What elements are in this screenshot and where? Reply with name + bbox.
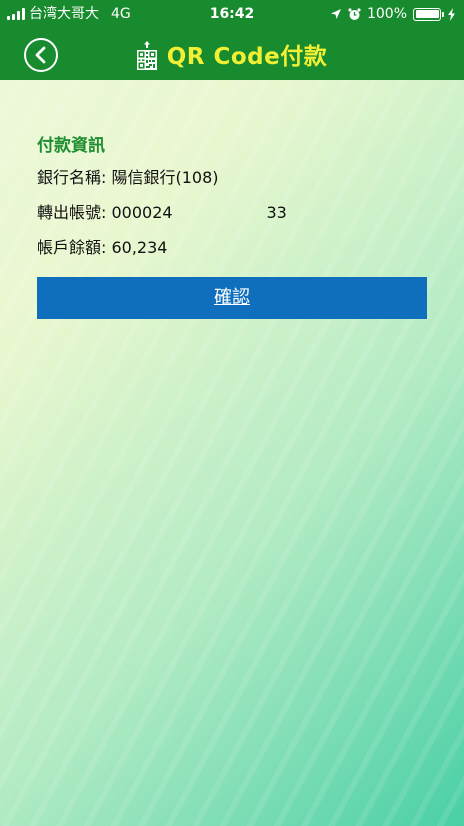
balance-label: 帳戶餘額:: [37, 238, 112, 257]
battery-percent: 100%: [366, 6, 407, 22]
bank-name-row: 銀行名稱: 陽信銀行(108): [37, 160, 427, 195]
qr-upload-icon: [136, 41, 157, 70]
balance-row: 帳戶餘額: 60,234: [37, 230, 427, 265]
balance-value: 60,234: [111, 238, 168, 257]
status-bar: 台湾大哥大 4G 16:42 100%: [0, 0, 464, 28]
account-number-prefix: 000024: [111, 203, 173, 222]
battery-level: [415, 10, 439, 18]
account-label: 轉出帳號:: [37, 203, 112, 222]
battery-icon: [413, 7, 444, 21]
status-right: 100%: [330, 0, 456, 28]
bank-name-value: 陽信銀行(108): [111, 168, 219, 187]
account-number-suffix: 33: [266, 203, 287, 222]
confirm-button[interactable]: 確認: [37, 277, 427, 319]
page-title: QR Code付款: [166, 44, 328, 70]
location-arrow-icon: [330, 9, 341, 19]
navigation-bar: QR Code付款: [0, 28, 464, 80]
payment-info-panel: 付款資訊 銀行名稱: 陽信銀行(108) 轉出帳號: 000024 33 帳戶餘…: [37, 132, 427, 265]
bank-name-label: 銀行名稱:: [37, 168, 112, 187]
account-row: 轉出帳號: 000024 33: [37, 195, 427, 230]
section-title: 付款資訊: [37, 136, 105, 156]
alarm-icon: [348, 7, 361, 20]
charging-bolt-icon: [448, 7, 455, 21]
nav-title-group: QR Code付款: [0, 28, 464, 80]
